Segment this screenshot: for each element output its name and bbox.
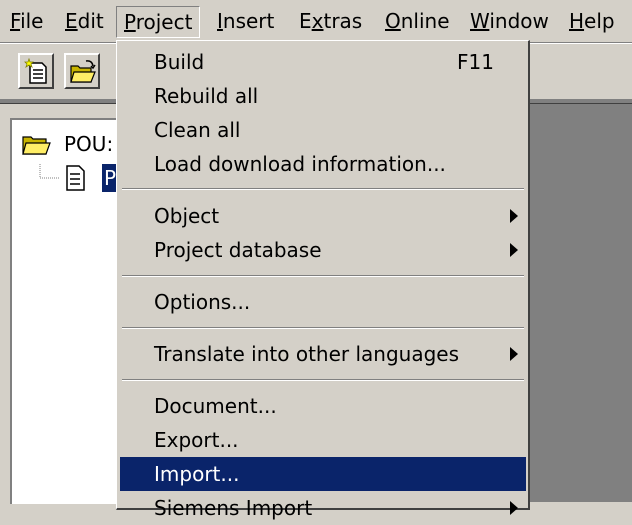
menu-item-options[interactable]: Options... [120,285,526,319]
new-document-icon [24,58,47,84]
menu-extras-rest: tras [323,9,363,33]
tree-item[interactable]: P [22,164,122,192]
submenu-arrow-icon [510,347,518,361]
menu-item-label: Translate into other languages [154,342,460,366]
document-icon [66,165,85,191]
menu-separator [122,379,524,381]
submenu-arrow-icon [510,209,518,223]
menu-insert-rest: nsert [222,9,275,33]
open-folder-icon [70,60,96,83]
menu-item-label: Import... [154,462,240,486]
menu-separator [122,275,524,277]
menu-item-project-database[interactable]: Project database [120,233,526,267]
menu-item-object[interactable]: Object [120,199,526,233]
menu-edit[interactable]: Edit [57,6,112,36]
tree-root-label: POU: [64,132,114,156]
menu-file[interactable]: File [2,6,51,36]
menu-item-label: Export... [154,428,239,452]
menu-item-label: Load download information... [154,152,446,176]
menu-window-rest: indow [489,9,549,33]
tree-root[interactable]: POU: [22,130,122,158]
menu-item-label: Document... [154,394,277,418]
menu-separator [122,327,524,329]
new-button[interactable] [18,53,54,89]
menu-item-label: Project database [154,238,322,262]
menu-item-rebuild-all[interactable]: Rebuild all [120,79,526,113]
menu-item-label: Options... [154,290,251,314]
menu-item-label: Object [154,204,220,228]
menu-window[interactable]: Window [462,6,557,36]
menu-extras-pre: E [299,9,312,33]
open-folder-icon [22,136,51,155]
menu-project[interactable]: Project [116,6,201,38]
menu-extras[interactable]: Extras [291,6,370,36]
menu-item-import[interactable]: Import... [120,457,526,491]
menu-item-label: Siemens Import [154,496,313,520]
menu-help[interactable]: Help [561,6,623,36]
menu-separator [122,188,524,190]
menu-insert[interactable]: Insert [209,6,282,36]
menu-item-export[interactable]: Export... [120,423,526,457]
menu-item-load-download-info[interactable]: Load download information... [120,147,526,181]
menu-item-translate[interactable]: Translate into other languages [120,337,526,371]
menu-item-label: Build [154,50,205,74]
menu-item-label: Rebuild all [154,84,259,108]
menu-edit-rest: dit [77,9,104,33]
menu-help-rest: elp [584,9,615,33]
open-button[interactable] [64,53,100,89]
menu-item-build[interactable]: Build F11 [120,45,526,79]
menu-item-shortcut: F11 [457,50,494,74]
menu-project-rest: roject [135,10,193,34]
menu-file-rest: ile [20,9,44,33]
menu-item-document[interactable]: Document... [120,389,526,423]
object-organizer: POU: P [10,118,124,504]
project-menu: Build F11 Rebuild all Clean all Load dow… [116,40,530,520]
menu-bar: File Edit Project Insert Extras Online W… [0,0,632,43]
submenu-arrow-icon [510,243,518,257]
submenu-arrow-icon [510,501,518,515]
menu-online-rest: nline [400,9,450,33]
menu-online[interactable]: Online [377,6,458,36]
menu-item-label: Clean all [154,118,241,142]
menu-item-siemens-import[interactable]: Siemens Import [120,491,526,525]
menu-item-clean-all[interactable]: Clean all [120,113,526,147]
